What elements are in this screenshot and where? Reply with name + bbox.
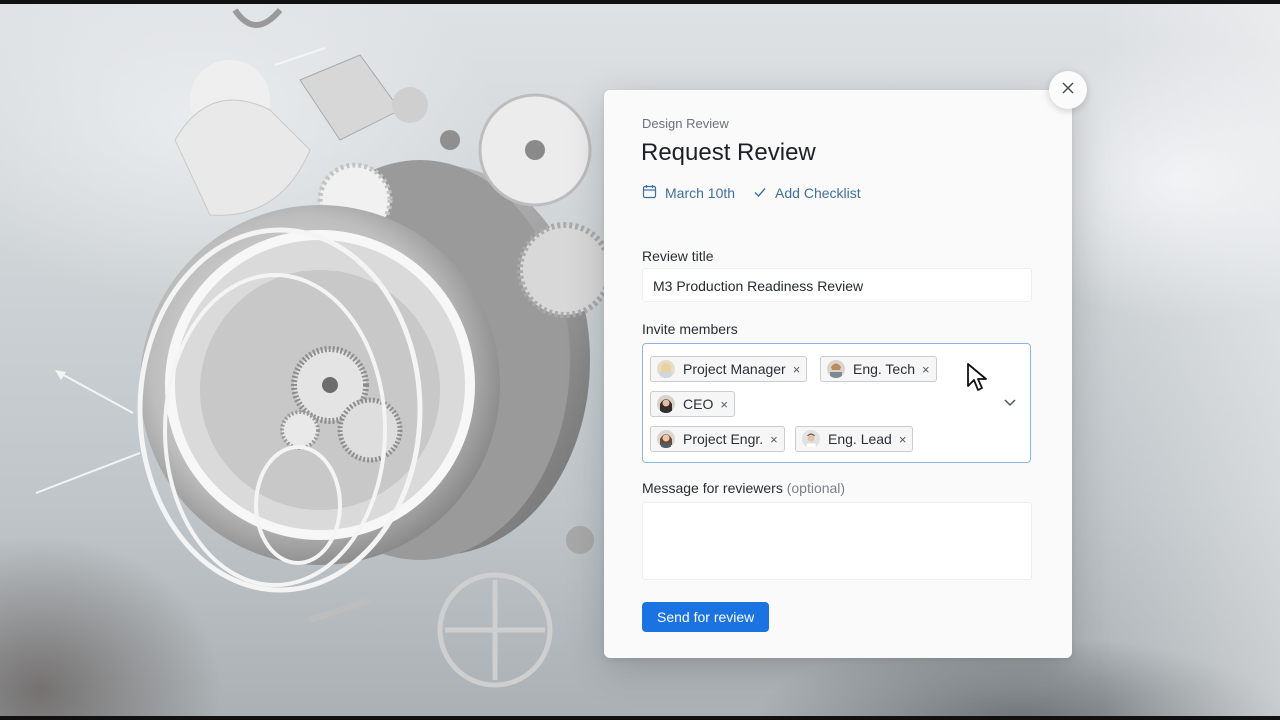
letterbox-bottom	[0, 716, 1280, 720]
add-checklist-label: Add Checklist	[775, 185, 861, 201]
add-checklist-link[interactable]: Add Checklist	[753, 185, 861, 201]
member-name: Project Manager	[683, 361, 786, 377]
exploded-clock-illustration	[35, 8, 613, 688]
mouse-pointer-icon	[966, 362, 990, 399]
remove-member-icon[interactable]: ×	[770, 432, 778, 447]
member-chip[interactable]: Eng. Tech ×	[820, 356, 937, 382]
optional-hint: (optional)	[786, 480, 846, 496]
avatar	[802, 430, 820, 448]
request-review-dialog: Design Review Request Review March 10th …	[604, 90, 1072, 658]
send-for-review-button[interactable]: Send for review	[642, 602, 770, 632]
close-button[interactable]	[1049, 71, 1087, 109]
message-textarea[interactable]	[642, 502, 1032, 580]
invite-members-field[interactable]: Project Manager × Eng. Tech × CEO × Proj…	[642, 343, 1031, 463]
dialog-title: Request Review	[641, 139, 816, 166]
member-name: Eng. Tech	[853, 361, 916, 377]
calendar-icon	[642, 184, 657, 202]
message-label: Message for reviewers (optional)	[642, 480, 845, 496]
check-icon	[753, 185, 767, 201]
member-chip[interactable]: Project Engr. ×	[650, 426, 785, 452]
avatar	[657, 395, 675, 413]
close-icon	[1061, 81, 1075, 100]
member-chip[interactable]: Project Manager ×	[650, 356, 808, 382]
dialog-eyebrow: Design Review	[642, 116, 729, 131]
review-title-label: Review title	[642, 248, 714, 264]
date-label: March 10th	[665, 185, 736, 201]
member-chip[interactable]: Eng. Lead ×	[795, 426, 914, 452]
review-title-input[interactable]: M3 Production Readiness Review	[642, 268, 1032, 302]
remove-member-icon[interactable]: ×	[899, 432, 907, 447]
remove-member-icon[interactable]: ×	[720, 397, 728, 412]
member-name: CEO	[683, 396, 714, 412]
meta-row: March 10th Add Checklist	[642, 184, 879, 202]
message-label-text: Message for reviewers	[642, 480, 783, 496]
member-name: Eng. Lead	[828, 431, 892, 447]
invite-members-label: Invite members	[642, 321, 738, 337]
member-name: Project Engr.	[683, 431, 764, 447]
avatar	[827, 360, 845, 378]
remove-member-icon[interactable]: ×	[793, 362, 801, 377]
chevron-down-icon[interactable]	[1003, 394, 1017, 412]
date-picker-link[interactable]: March 10th	[642, 184, 735, 202]
avatar	[657, 360, 675, 378]
member-chip[interactable]: CEO ×	[650, 391, 735, 417]
remove-member-icon[interactable]: ×	[922, 362, 930, 377]
avatar	[657, 430, 675, 448]
